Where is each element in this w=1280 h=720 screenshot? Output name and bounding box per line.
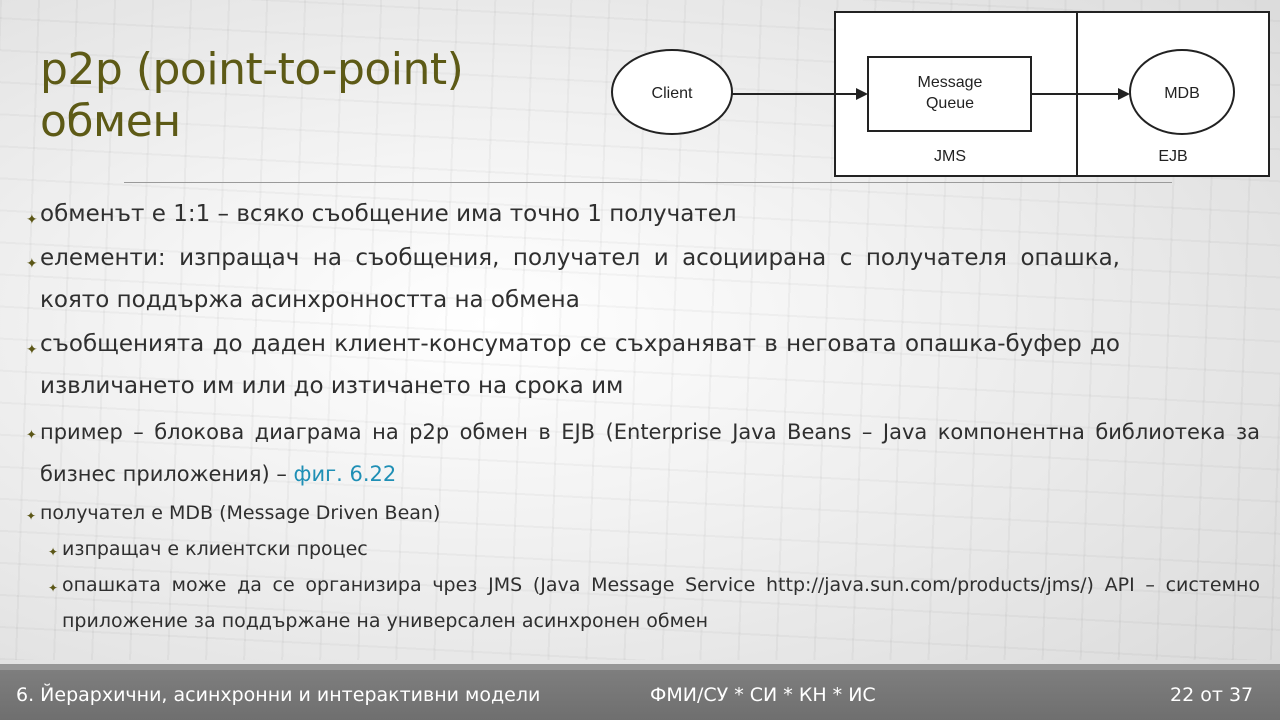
slide-title-line1: p2p (point-to-point) bbox=[40, 44, 464, 95]
bullet-icon: ✦ bbox=[26, 256, 38, 272]
divider bbox=[124, 182, 1172, 183]
bullet-text: съобщенията до даден клиент-консуматор с… bbox=[40, 331, 1120, 399]
bullet-text: елементи: изпращач на съобщения, получат… bbox=[40, 245, 1120, 313]
queue-label-line1: Message bbox=[918, 74, 983, 91]
bullet-text: получател е MDB (Message Driven Bean) bbox=[40, 502, 441, 524]
bullet-item: ✦ пример – блокова диаграма на p2p обмен… bbox=[26, 411, 1260, 495]
message-queue-node bbox=[867, 56, 1032, 132]
mdb-label: MDB bbox=[1164, 85, 1200, 102]
p2p-diagram: Client Message Queue MDB JMS EJB bbox=[611, 11, 1270, 177]
bullet-icon: ✦ bbox=[26, 428, 37, 443]
sub-bullet-item: ✦ опашката може да се организира чрез JM… bbox=[48, 567, 1260, 639]
bullet-text: пример – блокова диаграма на p2p обмен в… bbox=[40, 420, 1260, 486]
slide-title-line2: обмен bbox=[40, 96, 181, 147]
bullet-text: изпращач е клиентски процес bbox=[62, 538, 368, 560]
bullet-icon: ✦ bbox=[26, 342, 38, 358]
slide-title: p2p (point-to-point) обмен bbox=[40, 44, 464, 148]
client-label: Client bbox=[652, 85, 693, 102]
queue-label-line2: Queue bbox=[926, 95, 974, 112]
figure-link[interactable]: фиг. 6.22 bbox=[294, 462, 397, 486]
sub-bullet-item: ✦ изпращач е клиентски процес bbox=[48, 531, 1260, 567]
bullet-icon: ✦ bbox=[48, 545, 59, 559]
footer-chapter: 6. Йерархични, асинхронни и интерактивни… bbox=[16, 684, 541, 706]
footer-course: ФМИ/СУ * СИ * КН * ИС bbox=[650, 684, 876, 706]
bullet-icon: ✦ bbox=[26, 509, 37, 523]
bullet-list: ✦ обменът е 1:1 – всяко съобщение има то… bbox=[26, 193, 1260, 639]
bullet-text: обменът е 1:1 – всяко съобщение има точн… bbox=[40, 201, 737, 227]
bullet-item: ✦ обменът е 1:1 – всяко съобщение има то… bbox=[26, 193, 1120, 235]
bullet-item: ✦ елементи: изпращач на съобщения, получ… bbox=[26, 237, 1120, 321]
bullet-text: опашката може да се организира чрез JMS … bbox=[62, 574, 1260, 632]
jms-label: JMS bbox=[934, 148, 966, 165]
slide-footer: 6. Йерархични, асинхронни и интерактивни… bbox=[0, 664, 1280, 720]
bullet-icon: ✦ bbox=[26, 212, 38, 228]
bullet-item: ✦ получател е MDB (Message Driven Bean) bbox=[26, 495, 1260, 531]
ejb-label: EJB bbox=[1158, 148, 1187, 165]
bullet-item: ✦ съобщенията до даден клиент-консуматор… bbox=[26, 323, 1120, 407]
bullet-icon: ✦ bbox=[48, 581, 59, 595]
footer-page-number: 22 от 37 bbox=[1170, 684, 1254, 706]
